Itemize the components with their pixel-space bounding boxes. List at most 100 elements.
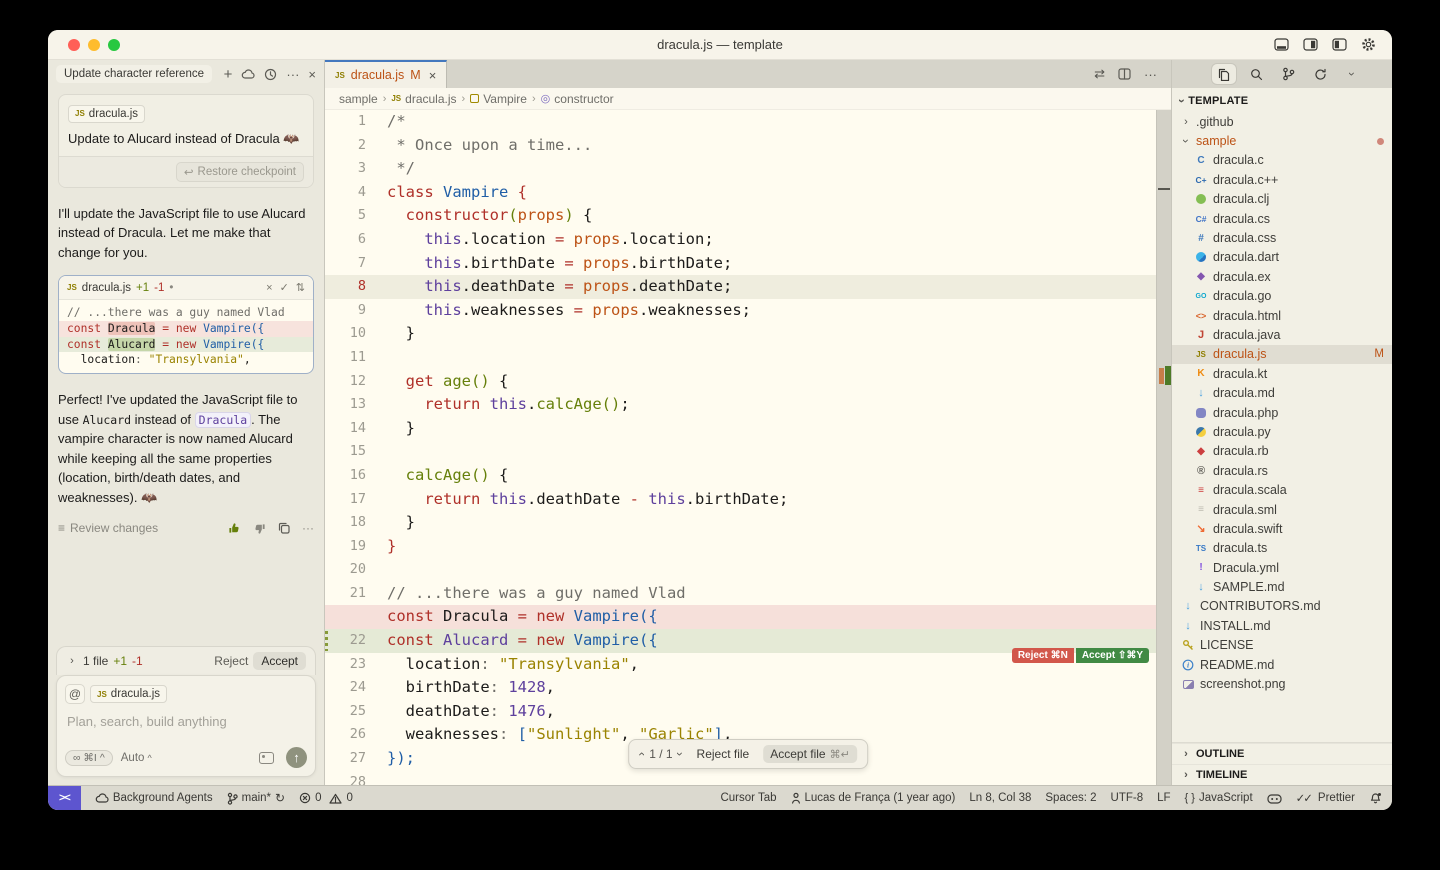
code-line-6[interactable]: 6 this.location = props.location;	[325, 228, 1171, 252]
git-blame-item[interactable]: Lucas de França (1 year ago)	[791, 792, 956, 804]
problems-item[interactable]: 0 0	[299, 792, 353, 804]
tree-item-dracula.py[interactable]: dracula.py	[1172, 422, 1392, 441]
tree-item-license[interactable]: LICENSE	[1172, 636, 1392, 655]
code-line-17[interactable]: 17 return this.deathDate - this.birthDat…	[325, 488, 1171, 512]
tab-dracula-js[interactable]: JS dracula.js M ×	[325, 60, 447, 88]
code-line-9[interactable]: 9 this.weaknesses = props.weaknesses;	[325, 299, 1171, 323]
restore-checkpoint-button[interactable]: ↩Restore checkpoint	[176, 162, 304, 182]
more-actions-icon[interactable]: ···	[286, 68, 299, 81]
code-line-12[interactable]: 12 get age() {	[325, 370, 1171, 394]
removed-code-line[interactable]: const Dracula = new Vampire({	[325, 605, 1171, 629]
accept-diff-icon[interactable]: ✓	[280, 281, 289, 294]
git-branch-item[interactable]: main* ↻	[227, 791, 285, 805]
code-line-28[interactable]: 28	[325, 771, 1171, 785]
thumbs-up-icon[interactable]	[228, 522, 241, 535]
chat-input-box[interactable]: @ JSdracula.js Plan, search, build anyth…	[56, 675, 316, 777]
notifications-bell-icon[interactable]	[1369, 792, 1382, 805]
code-line-13[interactable]: 13 return this.calcAge();	[325, 393, 1171, 417]
views-chevron-icon[interactable]: ›	[1340, 64, 1364, 84]
tree-item-sample[interactable]: ›sample	[1172, 131, 1392, 150]
chat-input-placeholder[interactable]: Plan, search, build anything	[67, 714, 305, 729]
more-actions-icon[interactable]: ···	[1144, 67, 1157, 82]
agent-mode-chip[interactable]: ∞ ⌘I^	[65, 750, 113, 766]
tree-item-dracula.java[interactable]: Jdracula.java	[1172, 325, 1392, 344]
chat-tab[interactable]: Update character reference	[56, 65, 212, 83]
code-editor[interactable]: 1/*2 * Once upon a time...3 */4class Vam…	[325, 110, 1171, 785]
expand-diff-icon[interactable]: ⇅	[296, 281, 305, 294]
reject-change-button[interactable]: Reject ⌘N	[1012, 648, 1074, 663]
tree-item-dracula.go[interactable]: GOdracula.go	[1172, 287, 1392, 306]
code-line-21[interactable]: 21// ...there was a guy named Vlad	[325, 582, 1171, 606]
review-changes-label[interactable]: Review changes	[70, 521, 158, 535]
tree-item-dracula.md[interactable]: ↓dracula.md	[1172, 383, 1392, 402]
tree-item-sample.md[interactable]: ↓SAMPLE.md	[1172, 577, 1392, 596]
breadcrumb-item-dracula.js[interactable]: JSdracula.js	[391, 92, 456, 106]
section-outline[interactable]: ›OUTLINE	[1172, 743, 1392, 764]
tree-item-dracula.clj[interactable]: dracula.clj	[1172, 190, 1392, 209]
tree-item-dracula.cs[interactable]: C#dracula.cs	[1172, 209, 1392, 228]
tree-item-dracula.scala[interactable]: ≡dracula.scala	[1172, 480, 1392, 499]
code-line-16[interactable]: 16 calcAge() {	[325, 464, 1171, 488]
split-editor-icon[interactable]	[1118, 68, 1131, 80]
tree-item-dracula.yml[interactable]: !Dracula.yml	[1172, 558, 1392, 577]
toggle-panel-icon[interactable]	[1274, 38, 1289, 51]
formatter-item[interactable]: ✓✓Prettier	[1296, 791, 1355, 805]
more-icon[interactable]: ···	[302, 521, 314, 535]
section-template-header[interactable]: › TEMPLATE	[1172, 88, 1392, 112]
cursor-tab-item[interactable]: Cursor Tab	[720, 792, 776, 804]
code-line-10[interactable]: 10 }	[325, 322, 1171, 346]
tree-item-install.md[interactable]: ↓INSTALL.md	[1172, 616, 1392, 635]
tree-item-.github[interactable]: ›.github	[1172, 112, 1392, 131]
code-line-2[interactable]: 2 * Once upon a time...	[325, 134, 1171, 158]
breadcrumb-item-sample[interactable]: sample	[339, 92, 378, 106]
breadcrumb-item-vampire[interactable]: Vampire	[470, 92, 527, 106]
section-timeline[interactable]: ›TIMELINE	[1172, 764, 1392, 785]
copy-icon[interactable]	[278, 522, 290, 534]
tree-item-dracula.html[interactable]: <>dracula.html	[1172, 306, 1392, 325]
search-icon[interactable]	[1244, 64, 1268, 84]
close-tab-icon[interactable]: ×	[429, 68, 437, 83]
explorer-view-icon[interactable]	[1212, 64, 1236, 84]
tree-item-dracula.rs[interactable]: ®dracula.rs	[1172, 461, 1392, 480]
tree-item-readme.md[interactable]: iREADME.md	[1172, 655, 1392, 674]
accept-file-button[interactable]: Accept file⌘↵	[763, 745, 857, 763]
reject-all-button[interactable]: Reject	[214, 654, 248, 668]
sync-icon[interactable]	[1308, 64, 1332, 84]
thumbs-down-icon[interactable]	[253, 522, 266, 535]
code-line-11[interactable]: 11	[325, 346, 1171, 370]
new-chat-icon[interactable]: +	[224, 67, 233, 82]
remote-indicator[interactable]: ><	[48, 786, 81, 810]
settings-gear-icon[interactable]	[1361, 37, 1376, 52]
prev-change-icon[interactable]: ›	[634, 752, 648, 756]
reject-file-button[interactable]: Reject file	[697, 747, 750, 761]
accept-all-button[interactable]: Accept	[253, 652, 306, 670]
tree-item-dracula.swift[interactable]: ↘dracula.swift	[1172, 519, 1392, 538]
model-selector[interactable]: Auto^	[121, 752, 152, 764]
tree-item-dracula.ts[interactable]: TSdracula.ts	[1172, 539, 1392, 558]
tree-item-dracula.kt[interactable]: Kdracula.kt	[1172, 364, 1392, 383]
code-line-1[interactable]: 1/*	[325, 110, 1171, 134]
encoding-item[interactable]: UTF-8	[1111, 792, 1144, 804]
tree-item-dracula.js[interactable]: JSdracula.jsM	[1172, 345, 1392, 364]
tree-item-screenshot.png[interactable]: screenshot.png	[1172, 674, 1392, 693]
next-change-icon[interactable]: ›	[674, 752, 688, 756]
code-line-18[interactable]: 18 }	[325, 511, 1171, 535]
open-changes-icon[interactable]: ⇄	[1094, 66, 1105, 82]
copilot-icon[interactable]	[1267, 793, 1282, 804]
tree-item-dracula.c[interactable]: Cdracula.c	[1172, 151, 1392, 170]
code-line-24[interactable]: 24 birthDate: 1428,	[325, 676, 1171, 700]
line-col-item[interactable]: Ln 8, Col 38	[969, 792, 1031, 804]
source-control-icon[interactable]	[1276, 64, 1300, 84]
toggle-secondary-sidebar-icon[interactable]	[1303, 38, 1318, 51]
send-button[interactable]: ↑	[286, 747, 307, 768]
code-line-19[interactable]: 19}	[325, 535, 1171, 559]
discard-diff-icon[interactable]: ×	[266, 282, 272, 294]
code-line-5[interactable]: 5 constructor(props) {	[325, 204, 1171, 228]
tree-item-dracula.dart[interactable]: dracula.dart	[1172, 248, 1392, 267]
tree-item-dracula.php[interactable]: dracula.php	[1172, 403, 1392, 422]
history-icon[interactable]	[264, 68, 277, 81]
eol-item[interactable]: LF	[1157, 792, 1170, 804]
attached-file-chip[interactable]: JSdracula.js	[68, 105, 145, 123]
breadcrumb-item-constructor[interactable]: ◎constructor	[541, 92, 614, 106]
code-line-25[interactable]: 25 deathDate: 1476,	[325, 700, 1171, 724]
